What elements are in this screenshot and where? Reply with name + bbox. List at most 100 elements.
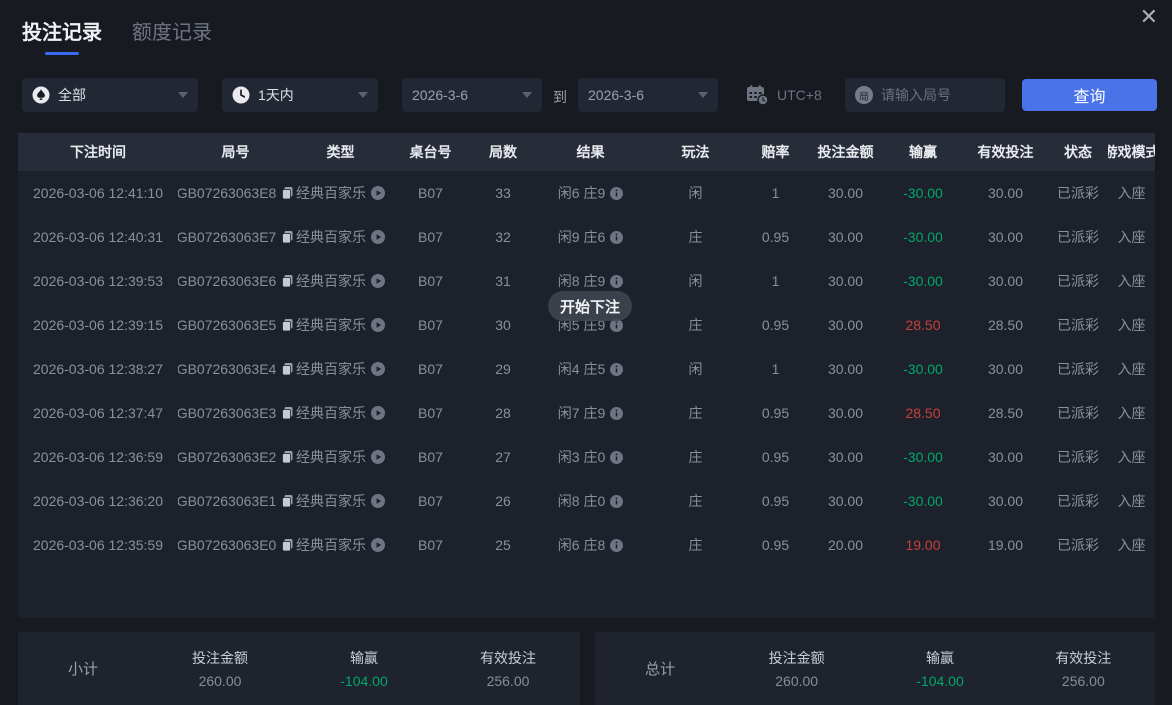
info-icon[interactable] bbox=[610, 274, 624, 288]
copy-icon[interactable] bbox=[281, 494, 293, 508]
table-row: 2026-03-06 12:35:59 GB07263063E0 经典百家乐 B… bbox=[18, 523, 1155, 567]
round-id-cell: GB07263063E4 bbox=[178, 361, 293, 377]
odds-cell: 0.95 bbox=[761, 449, 790, 465]
query-button[interactable]: 查询 bbox=[1022, 79, 1157, 111]
copy-icon[interactable] bbox=[281, 318, 293, 332]
play-video-icon[interactable] bbox=[371, 274, 385, 288]
subtotal-panel: 小计 投注金额 260.00 输赢 -104.00 有效投注 256.00 bbox=[18, 632, 580, 705]
valid-bet-cell: 30.00 bbox=[987, 229, 1024, 245]
info-icon[interactable] bbox=[610, 406, 624, 420]
result-cell: 闲6 庄9 bbox=[533, 183, 648, 203]
bet-amount-cell: 30.00 bbox=[827, 273, 864, 289]
play-video-icon[interactable] bbox=[371, 186, 385, 200]
total-valid-bet: 有效投注 256.00 bbox=[1055, 650, 1112, 689]
round-count-cell: 31 bbox=[495, 273, 511, 289]
date-to-select[interactable]: 2026-3-6 bbox=[578, 78, 718, 112]
copy-icon[interactable] bbox=[281, 406, 293, 420]
round-number-field[interactable]: 局 bbox=[845, 78, 1005, 112]
play-video-icon[interactable] bbox=[371, 318, 385, 332]
subtotal-label: 小计 bbox=[67, 661, 98, 678]
spade-icon bbox=[32, 86, 50, 104]
round-count-cell: 25 bbox=[495, 537, 511, 553]
chevron-down-icon bbox=[522, 92, 532, 98]
valid-bet-cell: 30.00 bbox=[987, 185, 1024, 201]
info-icon[interactable] bbox=[610, 230, 624, 244]
bet-time-cell: 2026-03-06 12:38:27 bbox=[33, 361, 163, 377]
game-mode-cell: 入座 bbox=[1117, 493, 1146, 509]
copy-icon[interactable] bbox=[281, 186, 293, 200]
copy-icon[interactable] bbox=[281, 274, 293, 288]
table-number-cell: B07 bbox=[418, 405, 443, 421]
info-icon[interactable] bbox=[610, 538, 624, 552]
status-cell: 已派彩 bbox=[1057, 361, 1099, 377]
info-icon[interactable] bbox=[610, 450, 624, 464]
game-type-cell: 经典百家乐 bbox=[293, 183, 388, 203]
play-video-icon[interactable] bbox=[371, 406, 385, 420]
status-cell: 已派彩 bbox=[1057, 537, 1099, 553]
info-icon[interactable] bbox=[610, 186, 624, 200]
bet-time-cell: 2026-03-06 12:40:31 bbox=[33, 229, 163, 245]
active-tab-underline bbox=[45, 52, 79, 55]
play-type-cell: 庄 bbox=[688, 493, 703, 509]
copy-icon[interactable] bbox=[281, 230, 293, 244]
play-video-icon[interactable] bbox=[371, 450, 385, 464]
valid-bet-cell: 28.50 bbox=[987, 317, 1024, 333]
copy-icon[interactable] bbox=[281, 450, 293, 464]
game-mode-cell: 入座 bbox=[1117, 273, 1146, 289]
clock-icon bbox=[232, 86, 250, 104]
odds-cell: 1 bbox=[771, 361, 780, 377]
table-row: 2026-03-06 12:36:20 GB07263063E1 经典百家乐 B… bbox=[18, 479, 1155, 523]
date-from-select[interactable]: 2026-3-6 bbox=[402, 78, 542, 112]
date-to-value: 2026-3-6 bbox=[588, 87, 645, 103]
round-number-input[interactable] bbox=[881, 87, 991, 103]
bet-amount-cell: 30.00 bbox=[827, 493, 864, 509]
table-number-cell: B07 bbox=[418, 537, 443, 553]
game-type-select[interactable]: 全部 bbox=[22, 78, 198, 112]
chevron-down-icon bbox=[358, 92, 368, 98]
odds-cell: 0.95 bbox=[761, 537, 790, 553]
result-cell: 闲3 庄0 bbox=[533, 447, 648, 467]
game-mode-cell: 入座 bbox=[1117, 449, 1146, 465]
play-video-icon[interactable] bbox=[371, 362, 385, 376]
game-mode-cell: 入座 bbox=[1117, 229, 1146, 245]
info-icon[interactable] bbox=[610, 362, 624, 376]
bet-time-cell: 2026-03-06 12:36:20 bbox=[33, 493, 163, 509]
play-video-icon[interactable] bbox=[371, 230, 385, 244]
time-range-select[interactable]: 1天内 bbox=[222, 78, 378, 112]
bet-time-cell: 2026-03-06 12:35:59 bbox=[33, 537, 163, 553]
play-video-icon[interactable] bbox=[371, 494, 385, 508]
timezone-value: UTC+8 bbox=[777, 87, 822, 103]
game-type-cell: 经典百家乐 bbox=[293, 227, 388, 247]
game-type-value: 全部 bbox=[58, 87, 86, 103]
round-id-cell: GB07263063E1 bbox=[178, 493, 293, 509]
game-mode-cell: 入座 bbox=[1117, 361, 1146, 377]
bet-amount-cell: 30.00 bbox=[827, 185, 864, 201]
bet-time-cell: 2026-03-06 12:36:59 bbox=[33, 449, 163, 465]
chevron-down-icon bbox=[698, 92, 708, 98]
tab-quota-records[interactable]: 额度记录 bbox=[132, 16, 212, 55]
subtotal-valid-bet: 有效投注 256.00 bbox=[480, 650, 536, 689]
column-header: 结果 bbox=[576, 144, 605, 160]
tab-bet-records[interactable]: 投注记录 bbox=[22, 16, 102, 55]
bet-amount-cell: 30.00 bbox=[827, 449, 864, 465]
column-header: 局号 bbox=[221, 144, 250, 160]
winloss-cell: 28.50 bbox=[905, 405, 941, 421]
copy-icon[interactable] bbox=[281, 362, 293, 376]
table-header-row: 下注时间 局号 类型 桌台号 局数 结果 玩法 赔率 投注金额 输赢 有效投注 状态 游戏模式 bbox=[18, 133, 1155, 171]
info-icon[interactable] bbox=[610, 494, 624, 508]
round-id-cell: GB07263063E8 bbox=[178, 185, 293, 201]
copy-icon[interactable] bbox=[281, 538, 293, 552]
bet-amount-cell: 20.00 bbox=[827, 537, 864, 553]
bet-records-dialog: 投注记录 额度记录 ✕ 全部 1天内 2026-3-6 到 2026-3-6 U… bbox=[0, 0, 1172, 705]
tab-bar: 投注记录 额度记录 bbox=[22, 16, 212, 55]
game-type-cell: 经典百家乐 bbox=[293, 359, 388, 379]
date-to-label: 到 bbox=[553, 89, 567, 105]
close-icon[interactable]: ✕ bbox=[1140, 6, 1158, 28]
play-video-icon[interactable] bbox=[371, 538, 385, 552]
result-cell: 闲8 庄9 bbox=[533, 271, 648, 291]
column-header: 赔率 bbox=[761, 144, 790, 160]
play-type-cell: 庄 bbox=[688, 449, 703, 465]
bet-amount-cell: 30.00 bbox=[827, 405, 864, 421]
table-row: 2026-03-06 12:37:47 GB07263063E3 经典百家乐 B… bbox=[18, 391, 1155, 435]
odds-cell: 0.95 bbox=[761, 493, 790, 509]
